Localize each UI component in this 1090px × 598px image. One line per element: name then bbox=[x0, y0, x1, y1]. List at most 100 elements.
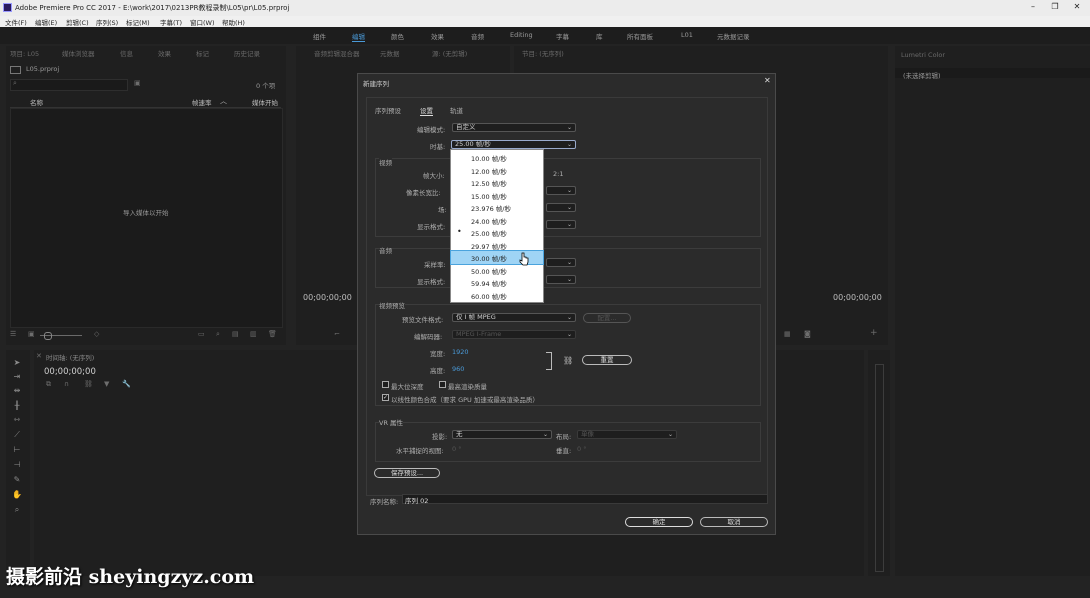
column-frame-rate[interactable]: 帧速率 bbox=[192, 97, 212, 107]
cancel-button[interactable]: 取消 bbox=[700, 517, 768, 527]
workspace-editing-custom[interactable]: Editing bbox=[510, 31, 533, 39]
sample-rate-select[interactable]: ⌄ bbox=[546, 258, 576, 267]
new-bin-button-icon[interactable]: ▭ bbox=[198, 330, 205, 338]
timebase-option[interactable]: 12.00 帧/秒 bbox=[451, 164, 543, 177]
audio-display-format-select[interactable]: ⌄ bbox=[546, 275, 576, 284]
selection-tool-icon[interactable]: ➤ bbox=[11, 358, 23, 368]
display-format-select[interactable]: ⌄ bbox=[546, 220, 576, 229]
menu-help[interactable]: 帮助(H) bbox=[222, 17, 245, 27]
source-timecode[interactable]: 00;00;00;00 bbox=[303, 293, 352, 302]
timebase-option[interactable]: 30.00 帧/秒 bbox=[450, 250, 544, 265]
camera-icon[interactable]: ◙ bbox=[804, 330, 811, 338]
snap-icon[interactable]: ∩ bbox=[64, 380, 69, 388]
tab-history[interactable]: 历史记录 bbox=[234, 48, 260, 58]
column-name[interactable]: 名称 bbox=[30, 97, 43, 107]
timebase-option[interactable]: 50.00 帧/秒 bbox=[451, 264, 543, 277]
timebase-option[interactable]: 60.00 帧/秒 bbox=[451, 289, 543, 302]
search-input[interactable] bbox=[10, 79, 128, 91]
tab-tracks[interactable]: 轨道 bbox=[450, 105, 463, 115]
timebase-option[interactable]: 29.97 帧/秒 bbox=[451, 239, 543, 252]
workspace-audio[interactable]: 音频 bbox=[471, 31, 484, 41]
menu-file[interactable]: 文件(F) bbox=[5, 17, 27, 27]
max-bit-depth-checkbox[interactable] bbox=[382, 381, 389, 388]
width-value[interactable]: 1920 bbox=[452, 348, 469, 356]
sort-icon[interactable]: ◇ bbox=[94, 330, 99, 338]
export-frame-icon[interactable]: ▦ bbox=[784, 330, 791, 338]
workspace-metadata[interactable]: 元数据记录 bbox=[717, 31, 750, 41]
workspace-libraries[interactable]: 库 bbox=[596, 31, 603, 41]
timebase-option[interactable]: 15.00 帧/秒 bbox=[451, 189, 543, 202]
timebase-option[interactable]: • 25.00 帧/秒 bbox=[451, 226, 543, 239]
menu-edit[interactable]: 编辑(E) bbox=[35, 17, 57, 27]
zoom-tool-icon[interactable]: ⌕ bbox=[11, 505, 23, 515]
close-tab-icon[interactable]: ✕ bbox=[36, 352, 42, 360]
menu-clip[interactable]: 剪辑(C) bbox=[66, 17, 89, 27]
mark-in-icon[interactable]: ⌐ bbox=[334, 330, 340, 338]
hand-tool-icon[interactable]: ✋ bbox=[11, 490, 23, 500]
workspace-titles[interactable]: 字幕 bbox=[556, 31, 569, 41]
add-marker-icon[interactable]: ▼ bbox=[104, 380, 109, 388]
tab-metadata[interactable]: 元数据 bbox=[380, 48, 400, 58]
tab-info[interactable]: 信息 bbox=[120, 48, 133, 58]
column-media-start[interactable]: 媒体开始 bbox=[252, 97, 278, 107]
menu-window[interactable]: 窗口(W) bbox=[190, 17, 215, 27]
list-view-icon[interactable]: ☰ bbox=[10, 330, 16, 338]
tab-media-browser[interactable]: 媒体浏览器 bbox=[62, 48, 95, 58]
tab-timeline[interactable]: 时间轴: (无序列) bbox=[46, 352, 94, 362]
rolling-edit-tool-icon[interactable]: ╫ bbox=[11, 401, 23, 411]
field-select[interactable]: ⌄ bbox=[546, 203, 576, 212]
track-select-tool-icon[interactable]: ⇥ bbox=[11, 372, 23, 382]
workspace-color[interactable]: 颜色 bbox=[391, 31, 404, 41]
pixel-aspect-select[interactable]: ⌄ bbox=[546, 186, 576, 195]
timebase-select[interactable]: 25.00 帧/秒 ⌄ bbox=[451, 140, 576, 149]
chain-link-icon[interactable]: ⛓ bbox=[563, 356, 573, 365]
max-render-quality-checkbox[interactable] bbox=[439, 381, 446, 388]
timebase-option[interactable]: 59.94 帧/秒 bbox=[451, 276, 543, 289]
timebase-option[interactable]: 12.50 帧/秒 bbox=[451, 176, 543, 189]
project-bin-area[interactable]: 导入媒体以开始 bbox=[10, 108, 283, 328]
vertical-value[interactable]: 0 ° bbox=[577, 445, 586, 453]
sequence-name-input[interactable]: 序列 02 bbox=[402, 494, 768, 505]
ok-button[interactable]: 确定 bbox=[625, 517, 693, 527]
dialog-close-button[interactable]: ✕ bbox=[764, 76, 771, 85]
nest-icon[interactable]: ⧉ bbox=[46, 380, 51, 389]
razor-tool-icon[interactable]: ⟋ bbox=[11, 430, 23, 440]
timebase-option[interactable]: 23.976 帧/秒 bbox=[451, 201, 543, 214]
trash-icon[interactable]: 🗑 bbox=[268, 330, 277, 338]
linear-color-checkbox[interactable]: ✓ bbox=[382, 394, 389, 401]
layout-select[interactable]: 单像 ⌄ bbox=[577, 430, 677, 439]
edit-mode-select[interactable]: 自定义 ⌄ bbox=[452, 123, 576, 132]
ripple-edit-tool-icon[interactable]: ⇹ bbox=[11, 386, 23, 396]
workspace-assembly[interactable]: 组件 bbox=[313, 31, 326, 41]
reset-button[interactable]: 重置 bbox=[582, 355, 632, 365]
save-preset-button[interactable]: 保存预设... bbox=[374, 468, 440, 478]
menu-marker[interactable]: 标记(M) bbox=[126, 17, 150, 27]
height-value[interactable]: 960 bbox=[452, 365, 464, 373]
slip-tool-icon[interactable]: ⊢ bbox=[11, 445, 23, 455]
minimize-button[interactable]: – bbox=[1026, 2, 1040, 14]
tab-markers[interactable]: 标记 bbox=[196, 48, 209, 58]
zoom-slider-handle[interactable] bbox=[44, 332, 52, 340]
menu-sequence[interactable]: 序列(S) bbox=[96, 17, 118, 27]
clear-icon[interactable]: ▥ bbox=[250, 330, 257, 338]
slide-tool-icon[interactable]: ⊣ bbox=[11, 460, 23, 470]
tab-sequence-presets[interactable]: 序列预设 bbox=[375, 105, 401, 115]
new-bin-icon[interactable]: ▣ bbox=[134, 79, 141, 87]
configure-button[interactable]: 配置... bbox=[583, 313, 631, 323]
codec-select[interactable]: MPEG I-Frame ⌄ bbox=[452, 330, 576, 339]
tab-effects[interactable]: 效果 bbox=[158, 48, 171, 58]
workspace-editing[interactable]: 编辑 bbox=[352, 31, 365, 42]
workspace-all-panels[interactable]: 所有面板 bbox=[627, 31, 653, 41]
timebase-option[interactable]: 24.00 帧/秒 bbox=[451, 214, 543, 227]
pen-tool-icon[interactable]: ✎ bbox=[11, 475, 23, 485]
add-button-icon[interactable]: + bbox=[870, 328, 878, 338]
tab-program[interactable]: 节目: (无序列) bbox=[522, 48, 564, 58]
tab-audio-clip-mixer[interactable]: 音频剪辑混合器 bbox=[314, 48, 360, 58]
menu-title[interactable]: 字幕(T) bbox=[160, 17, 182, 27]
rate-stretch-tool-icon[interactable]: ⇿ bbox=[11, 415, 23, 425]
tab-project[interactable]: 项目: L05 bbox=[10, 48, 39, 58]
find-icon[interactable]: ⌕ bbox=[216, 330, 220, 339]
tab-settings[interactable]: 设置 bbox=[420, 105, 433, 116]
icon-view-icon[interactable]: ▣ bbox=[28, 330, 35, 338]
timebase-option[interactable]: 10.00 帧/秒 bbox=[451, 151, 543, 164]
